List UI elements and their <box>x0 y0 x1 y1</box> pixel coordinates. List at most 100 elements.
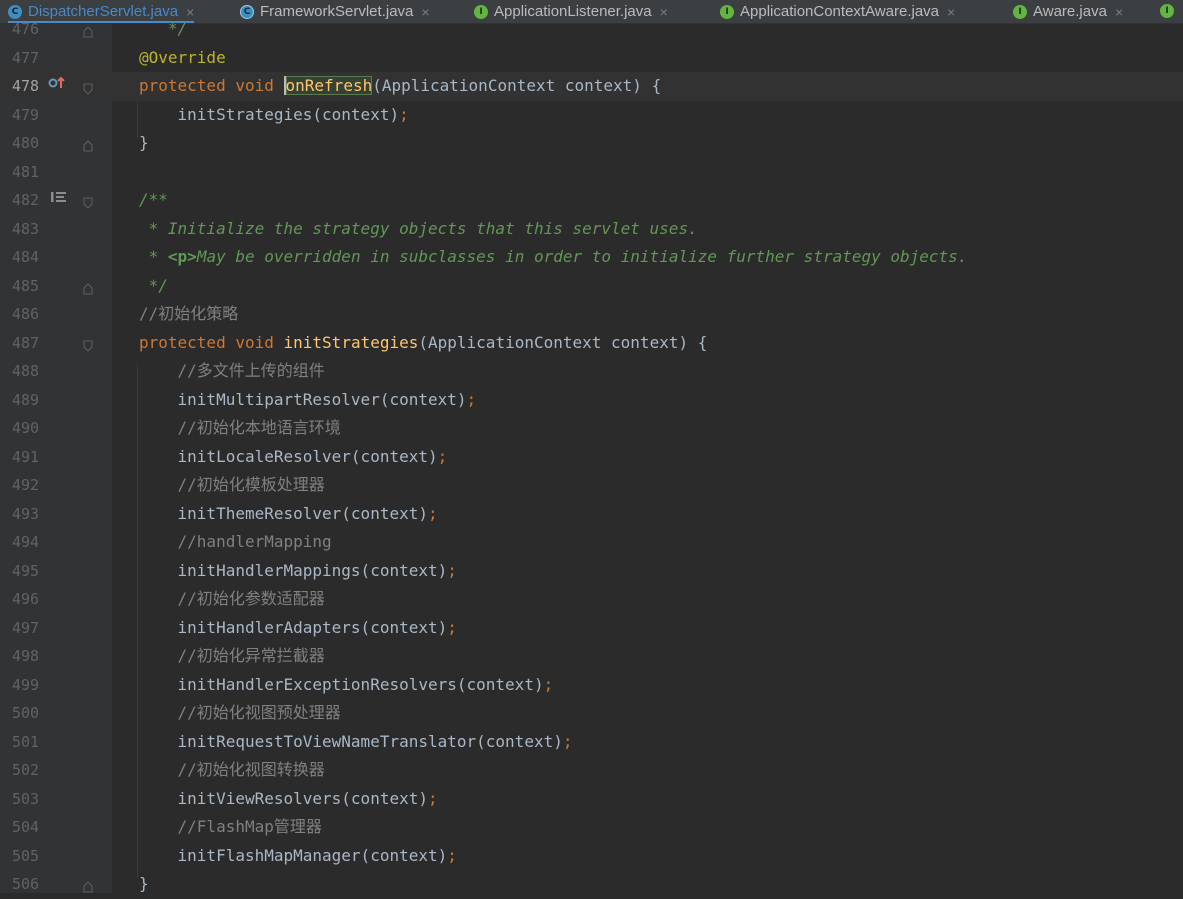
code-line[interactable]: 488 //多文件上传的组件 <box>0 357 1183 386</box>
code-text[interactable]: initRequestToViewNameTranslator(context)… <box>139 728 573 757</box>
code-line[interactable]: 500 //初始化视图预处理器 <box>0 699 1183 728</box>
line-number[interactable]: 490 <box>12 414 52 443</box>
code-line[interactable]: 486 //初始化策略 <box>0 300 1183 329</box>
line-number[interactable]: 480 <box>12 129 52 158</box>
line-number[interactable]: 489 <box>12 386 52 415</box>
code-text[interactable]: * Initialize the strategy objects that t… <box>139 215 698 244</box>
line-number[interactable]: 494 <box>12 528 52 557</box>
code-text[interactable]: initHandlerAdapters(context); <box>139 614 457 643</box>
code-line[interactable]: 485 */ <box>0 272 1183 301</box>
line-number[interactable]: 488 <box>12 357 52 386</box>
code-line[interactable]: 480} <box>0 129 1183 158</box>
code-line[interactable]: 496 //初始化参数适配器 <box>0 585 1183 614</box>
code-line[interactable]: 481 <box>0 158 1183 187</box>
code-text[interactable]: /** <box>139 186 168 215</box>
code-line[interactable]: 487 protected void initStrategies(Applica… <box>0 329 1183 358</box>
code-line[interactable]: 491 initLocaleResolver(context); <box>0 443 1183 472</box>
code-line[interactable]: 479 initStrategies(context); <box>0 101 1183 130</box>
code-line[interactable]: 502 //初始化视图转换器 <box>0 756 1183 785</box>
code-text[interactable]: //初始化模板处理器 <box>139 471 325 500</box>
line-number[interactable]: 501 <box>12 728 52 757</box>
code-text[interactable]: */ <box>139 15 187 44</box>
code-text[interactable]: */ <box>139 272 168 301</box>
code-text[interactable]: initViewResolvers(context); <box>139 785 438 814</box>
line-number[interactable]: 483 <box>12 215 52 244</box>
fold-collapse-icon[interactable] <box>83 194 93 209</box>
code-text[interactable]: //初始化策略 <box>139 300 238 329</box>
line-number[interactable]: 497 <box>12 614 52 643</box>
code-text[interactable]: * <p>May be overridden in subclasses in … <box>139 243 968 272</box>
code-text[interactable]: //初始化视图转换器 <box>139 756 325 785</box>
code-text[interactable]: protected void onRefresh(ApplicationCont… <box>139 72 661 101</box>
line-number[interactable]: 477 <box>12 44 52 73</box>
line-number[interactable]: 485 <box>12 272 52 301</box>
line-number[interactable]: 484 <box>12 243 52 272</box>
line-number[interactable]: 491 <box>12 443 52 472</box>
line-number[interactable]: 492 <box>12 471 52 500</box>
override-method-icon[interactable] <box>48 72 66 101</box>
line-number[interactable]: 481 <box>12 158 52 187</box>
fold-end-icon[interactable] <box>83 23 93 38</box>
code-text[interactable]: //handlerMapping <box>139 528 332 557</box>
code-text[interactable]: //初始化视图预处理器 <box>139 699 341 728</box>
line-number[interactable]: 496 <box>12 585 52 614</box>
fold-end-icon[interactable] <box>83 878 93 893</box>
code-text[interactable]: initLocaleResolver(context); <box>139 443 448 472</box>
code-text[interactable]: initFlashMapManager(context); <box>139 842 457 871</box>
code-line[interactable]: 483 * Initialize the strategy objects th… <box>0 215 1183 244</box>
code-line[interactable]: 504 //FlashMap管理器 <box>0 813 1183 842</box>
code-line[interactable]: 489 initMultipartResolver(context); <box>0 386 1183 415</box>
code-line[interactable]: 499 initHandlerExceptionResolvers(contex… <box>0 671 1183 700</box>
line-number[interactable]: 495 <box>12 557 52 586</box>
fold-collapse-icon[interactable] <box>83 80 93 95</box>
code-text[interactable]: //多文件上传的组件 <box>139 357 325 386</box>
code-line[interactable]: 495 initHandlerMappings(context); <box>0 557 1183 586</box>
code-text[interactable]: initThemeResolver(context); <box>139 500 438 529</box>
code-line[interactable]: 506} <box>0 870 1183 899</box>
code-line[interactable]: 478 protected void onRefresh(ApplicationC… <box>0 72 1183 101</box>
code-editor[interactable]: 476 */477 @Override 478 protected void onRe… <box>0 19 1183 893</box>
line-number[interactable]: 500 <box>12 699 52 728</box>
line-number[interactable]: 493 <box>12 500 52 529</box>
code-line[interactable]: 482 /** <box>0 186 1183 215</box>
line-number[interactable]: 502 <box>12 756 52 785</box>
line-number[interactable]: 486 <box>12 300 52 329</box>
code-text[interactable]: initMultipartResolver(context); <box>139 386 477 415</box>
line-number[interactable]: 499 <box>12 671 52 700</box>
code-text[interactable]: //FlashMap管理器 <box>139 813 322 842</box>
fold-collapse-icon[interactable] <box>83 337 93 352</box>
line-number[interactable]: 504 <box>12 813 52 842</box>
render-doc-icon[interactable] <box>50 186 68 215</box>
code-line[interactable]: 477 @Override <box>0 44 1183 73</box>
code-text[interactable]: initStrategies(context); <box>139 101 409 130</box>
code-text[interactable]: //初始化异常拦截器 <box>139 642 325 671</box>
line-number[interactable]: 476 <box>12 15 52 44</box>
code-text[interactable]: } <box>139 870 149 899</box>
code-line[interactable]: 503 initViewResolvers(context); <box>0 785 1183 814</box>
fold-end-icon[interactable] <box>83 137 93 152</box>
code-text[interactable]: //初始化参数适配器 <box>139 585 325 614</box>
code-line[interactable]: 490 //初始化本地语言环境 <box>0 414 1183 443</box>
code-text[interactable]: } <box>139 129 149 158</box>
line-number[interactable]: 505 <box>12 842 52 871</box>
line-number[interactable]: 479 <box>12 101 52 130</box>
code-line[interactable]: 501 initRequestToViewNameTranslator(cont… <box>0 728 1183 757</box>
line-number[interactable]: 478 <box>12 72 52 101</box>
line-number[interactable]: 498 <box>12 642 52 671</box>
line-number[interactable]: 506 <box>12 870 52 899</box>
code-line[interactable]: 476 */ <box>0 15 1183 44</box>
code-line[interactable]: 492 //初始化模板处理器 <box>0 471 1183 500</box>
fold-end-icon[interactable] <box>83 280 93 294</box>
code-line[interactable]: 494 //handlerMapping <box>0 528 1183 557</box>
code-line[interactable]: 498 //初始化异常拦截器 <box>0 642 1183 671</box>
code-line[interactable]: 505 initFlashMapManager(context); <box>0 842 1183 871</box>
code-text[interactable]: protected void initStrategies(Applicatio… <box>139 329 707 358</box>
code-line[interactable]: 497 initHandlerAdapters(context); <box>0 614 1183 643</box>
line-number[interactable]: 482 <box>12 186 52 215</box>
code-text[interactable]: initHandlerMappings(context); <box>139 557 457 586</box>
code-text[interactable]: //初始化本地语言环境 <box>139 414 341 443</box>
code-line[interactable]: 493 initThemeResolver(context); <box>0 500 1183 529</box>
code-text[interactable]: initHandlerExceptionResolvers(context); <box>139 671 554 700</box>
code-line[interactable]: 484 * <p>May be overridden in subclasses… <box>0 243 1183 272</box>
line-number[interactable]: 487 <box>12 329 52 358</box>
